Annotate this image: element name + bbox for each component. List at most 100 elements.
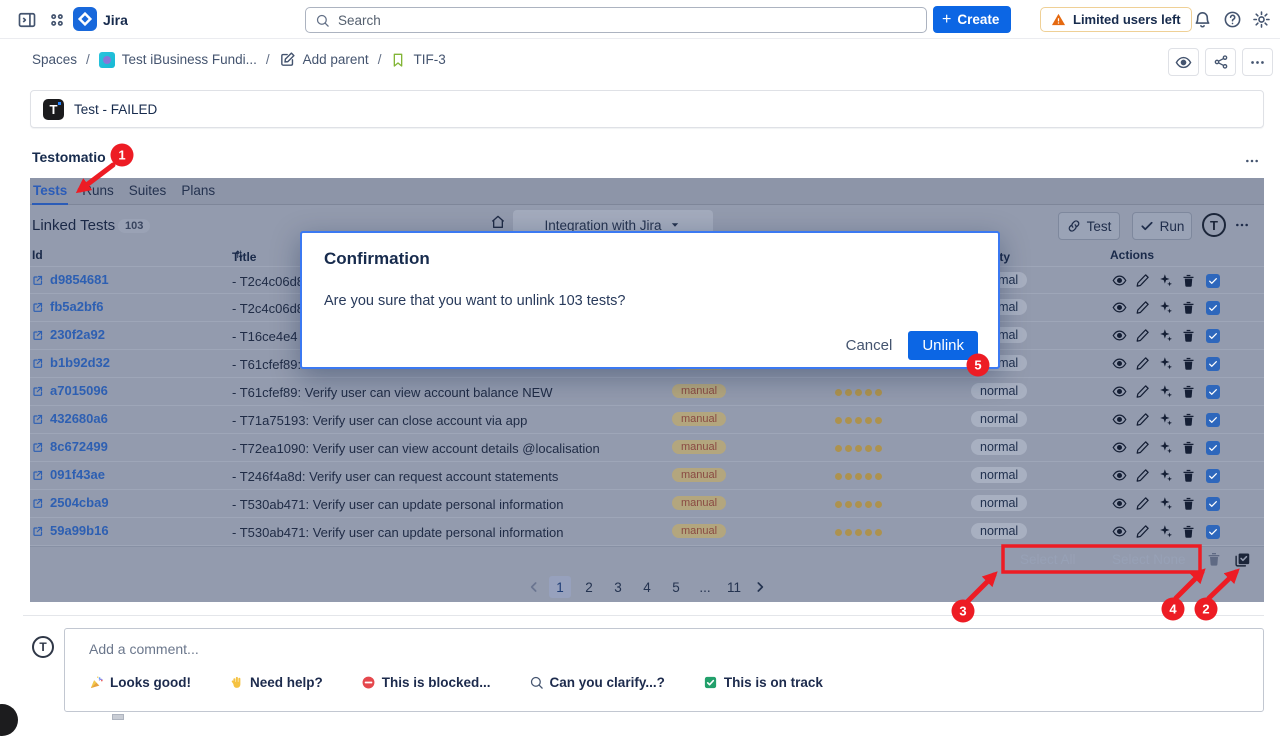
delete-icon[interactable] <box>1181 412 1196 427</box>
row-select-checkbox[interactable] <box>1206 274 1220 288</box>
page-button-2[interactable]: 2 <box>578 576 600 598</box>
unlink-button[interactable]: Unlink <box>908 331 978 360</box>
breadcrumb-space[interactable]: Test iBusiness Fundi... <box>99 52 257 68</box>
test-id-link[interactable]: 2504cba9 <box>32 495 109 510</box>
limited-users-warning-button[interactable]: Limited users left <box>1040 7 1192 32</box>
delete-icon[interactable] <box>1181 356 1196 371</box>
create-button[interactable]: + Create <box>933 6 1011 33</box>
external-link-icon[interactable] <box>32 497 44 509</box>
app-switcher-icon[interactable] <box>47 10 67 30</box>
jira-logo-icon[interactable] <box>73 7 97 31</box>
page-button-5[interactable]: 5 <box>665 576 687 598</box>
sidebar-toggle-icon[interactable] <box>17 10 37 30</box>
external-link-icon[interactable] <box>32 357 44 369</box>
test-status-card[interactable]: T Test - FAILED <box>30 90 1264 128</box>
ai-sparkles-icon[interactable] <box>1158 496 1173 511</box>
view-icon[interactable] <box>1112 328 1127 343</box>
ai-sparkles-icon[interactable] <box>1158 440 1173 455</box>
delete-icon[interactable] <box>1181 440 1196 455</box>
external-link-icon[interactable] <box>32 301 44 313</box>
external-link-icon[interactable] <box>32 469 44 481</box>
test-id-link[interactable]: 091f43ae <box>32 467 105 482</box>
delete-icon[interactable] <box>1181 468 1196 483</box>
view-icon[interactable] <box>1112 300 1127 315</box>
delete-icon[interactable] <box>1181 300 1196 315</box>
page-button-3[interactable]: 3 <box>607 576 629 598</box>
next-page-icon[interactable] <box>752 579 768 595</box>
view-icon[interactable] <box>1112 273 1127 288</box>
row-select-checkbox[interactable] <box>1206 301 1220 315</box>
app-name[interactable]: Jira <box>103 12 128 28</box>
select-all-button[interactable]: Select All <box>1020 552 1076 567</box>
row-select-checkbox[interactable] <box>1206 385 1220 399</box>
test-id-link[interactable]: 8c672499 <box>32 439 108 454</box>
row-select-checkbox[interactable] <box>1206 525 1220 539</box>
external-link-icon[interactable] <box>32 274 44 286</box>
view-icon[interactable] <box>1112 524 1127 539</box>
settings-gear-icon[interactable] <box>1252 10 1272 30</box>
help-icon[interactable] <box>1223 10 1243 30</box>
global-search[interactable] <box>305 7 927 33</box>
previous-page-icon[interactable] <box>526 579 542 595</box>
view-icon[interactable] <box>1112 412 1127 427</box>
test-id-link[interactable]: 432680a6 <box>32 411 108 426</box>
toolbar-more-icon[interactable] <box>1232 217 1256 233</box>
comment-box[interactable]: Looks good!Need help?This is blocked...C… <box>64 628 1264 712</box>
search-input[interactable] <box>338 13 878 28</box>
delete-icon[interactable] <box>1181 273 1196 288</box>
ai-sparkles-icon[interactable] <box>1158 328 1173 343</box>
edit-icon[interactable] <box>1135 273 1150 288</box>
delete-icon[interactable] <box>1181 328 1196 343</box>
link-test-button[interactable]: Test <box>1058 212 1120 240</box>
edit-icon[interactable] <box>1135 468 1150 483</box>
home-icon[interactable] <box>490 214 506 230</box>
row-select-checkbox[interactable] <box>1206 469 1220 483</box>
external-link-icon[interactable] <box>32 441 44 453</box>
edit-icon[interactable] <box>1135 328 1150 343</box>
ai-sparkles-icon[interactable] <box>1158 468 1173 483</box>
quick-reply-chip[interactable]: Need help? <box>229 675 323 690</box>
edit-icon[interactable] <box>1135 356 1150 371</box>
column-header-id[interactable]: Id <box>32 248 43 262</box>
test-id-link[interactable]: a7015096 <box>32 383 108 398</box>
test-id-link[interactable]: 59a99b16 <box>32 523 109 538</box>
bulk-delete-trash-icon[interactable] <box>1206 551 1222 567</box>
external-link-icon[interactable] <box>32 385 44 397</box>
view-icon[interactable] <box>1112 384 1127 399</box>
edit-icon[interactable] <box>1135 412 1150 427</box>
ai-sparkles-icon[interactable] <box>1158 384 1173 399</box>
external-link-icon[interactable] <box>32 329 44 341</box>
more-actions-button[interactable] <box>1242 48 1273 76</box>
breadcrumb-add-parent[interactable]: Add parent <box>279 51 369 68</box>
comment-input[interactable] <box>89 641 1189 657</box>
quick-reply-chip[interactable]: This is on track <box>703 675 823 690</box>
edit-icon[interactable] <box>1135 524 1150 539</box>
watch-eye-button[interactable] <box>1168 48 1199 76</box>
view-icon[interactable] <box>1112 496 1127 511</box>
row-select-checkbox[interactable] <box>1206 329 1220 343</box>
cancel-button[interactable]: Cancel <box>846 337 893 354</box>
ai-sparkles-icon[interactable] <box>1158 524 1173 539</box>
select-none-button[interactable]: Select None <box>1112 552 1186 567</box>
tab-tests[interactable]: Tests <box>33 178 67 205</box>
quick-reply-chip[interactable]: This is blocked... <box>361 675 491 690</box>
row-select-checkbox[interactable] <box>1206 441 1220 455</box>
notifications-bell-icon[interactable] <box>1193 10 1213 30</box>
tab-plans[interactable]: Plans <box>181 178 215 205</box>
delete-icon[interactable] <box>1181 524 1196 539</box>
breadcrumb-issue-key[interactable]: TIF-3 <box>390 52 445 68</box>
external-link-icon[interactable] <box>32 413 44 425</box>
ai-sparkles-icon[interactable] <box>1158 273 1173 288</box>
quick-reply-chip[interactable]: Looks good! <box>89 675 191 690</box>
run-button[interactable]: Run <box>1132 212 1192 240</box>
test-id-link[interactable]: 230f2a92 <box>32 327 105 342</box>
external-link-icon[interactable] <box>32 525 44 537</box>
view-icon[interactable] <box>1112 468 1127 483</box>
tab-suites[interactable]: Suites <box>129 178 167 205</box>
share-button[interactable] <box>1205 48 1236 76</box>
edit-icon[interactable] <box>1135 384 1150 399</box>
ai-sparkles-icon[interactable] <box>1158 300 1173 315</box>
test-id-link[interactable]: b1b92d32 <box>32 355 110 370</box>
view-icon[interactable] <box>1112 356 1127 371</box>
row-select-checkbox[interactable] <box>1206 413 1220 427</box>
